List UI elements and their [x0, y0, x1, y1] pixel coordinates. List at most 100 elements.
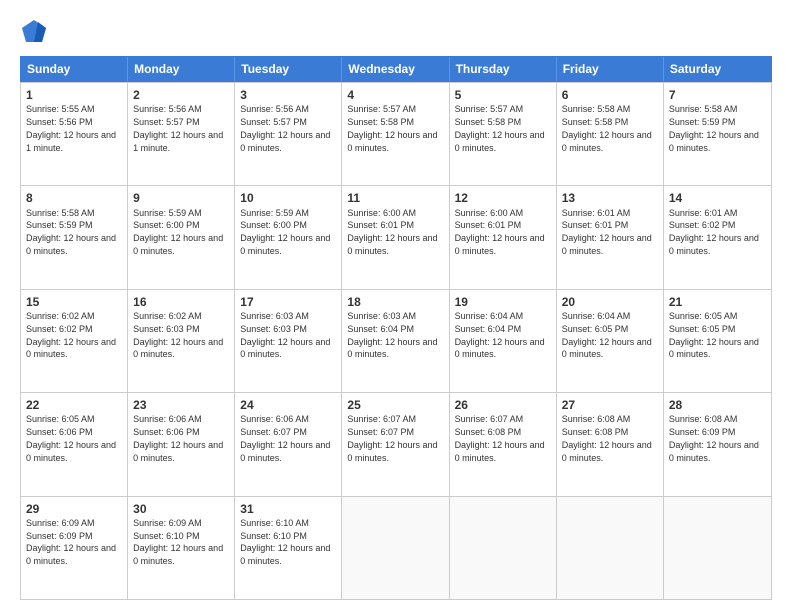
day-number: 28 [669, 397, 766, 413]
calendar-cell: 3Sunrise: 5:56 AMSunset: 5:57 PMDaylight… [235, 83, 342, 185]
day-info: Sunrise: 5:56 AMSunset: 5:57 PMDaylight:… [240, 104, 330, 152]
header [20, 18, 772, 46]
day-info: Sunrise: 6:00 AMSunset: 6:01 PMDaylight:… [455, 208, 545, 256]
calendar-cell: 5Sunrise: 5:57 AMSunset: 5:58 PMDaylight… [450, 83, 557, 185]
calendar-cell: 23Sunrise: 6:06 AMSunset: 6:06 PMDayligh… [128, 393, 235, 495]
calendar-cell: 25Sunrise: 6:07 AMSunset: 6:07 PMDayligh… [342, 393, 449, 495]
day-number: 22 [26, 397, 122, 413]
day-info: Sunrise: 5:58 AMSunset: 5:59 PMDaylight:… [26, 208, 116, 256]
day-number: 18 [347, 294, 443, 310]
day-info: Sunrise: 6:04 AMSunset: 6:04 PMDaylight:… [455, 311, 545, 359]
day-number: 15 [26, 294, 122, 310]
day-info: Sunrise: 6:04 AMSunset: 6:05 PMDaylight:… [562, 311, 652, 359]
calendar-header-cell: Monday [128, 57, 235, 81]
day-number: 5 [455, 87, 551, 103]
calendar-cell: 31Sunrise: 6:10 AMSunset: 6:10 PMDayligh… [235, 497, 342, 599]
calendar-cell: 21Sunrise: 6:05 AMSunset: 6:05 PMDayligh… [664, 290, 771, 392]
calendar-cell: 1Sunrise: 5:55 AMSunset: 5:56 PMDaylight… [21, 83, 128, 185]
day-info: Sunrise: 6:07 AMSunset: 6:08 PMDaylight:… [455, 414, 545, 462]
day-info: Sunrise: 6:01 AMSunset: 6:01 PMDaylight:… [562, 208, 652, 256]
calendar-cell: 22Sunrise: 6:05 AMSunset: 6:06 PMDayligh… [21, 393, 128, 495]
day-info: Sunrise: 6:03 AMSunset: 6:03 PMDaylight:… [240, 311, 330, 359]
day-number: 30 [133, 501, 229, 517]
day-number: 1 [26, 87, 122, 103]
day-number: 3 [240, 87, 336, 103]
calendar-cell: 10Sunrise: 5:59 AMSunset: 6:00 PMDayligh… [235, 186, 342, 288]
calendar-cell [450, 497, 557, 599]
calendar-cell: 18Sunrise: 6:03 AMSunset: 6:04 PMDayligh… [342, 290, 449, 392]
calendar-cell: 7Sunrise: 5:58 AMSunset: 5:59 PMDaylight… [664, 83, 771, 185]
day-info: Sunrise: 5:55 AMSunset: 5:56 PMDaylight:… [26, 104, 116, 152]
day-info: Sunrise: 6:08 AMSunset: 6:08 PMDaylight:… [562, 414, 652, 462]
calendar-header-cell: Thursday [450, 57, 557, 81]
calendar-cell: 14 Sunrise: 6:01 AMSunset: 6:02 PMDayligh… [664, 186, 771, 288]
day-info: Sunrise: 6:00 AMSunset: 6:01 PMDaylight:… [347, 208, 437, 256]
calendar-cell: 15Sunrise: 6:02 AMSunset: 6:02 PMDayligh… [21, 290, 128, 392]
calendar-cell: 17Sunrise: 6:03 AMSunset: 6:03 PMDayligh… [235, 290, 342, 392]
day-info: Sunrise: 6:06 AMSunset: 6:06 PMDaylight:… [133, 414, 223, 462]
day-number: 21 [669, 294, 766, 310]
calendar-cell: 30Sunrise: 6:09 AMSunset: 6:10 PMDayligh… [128, 497, 235, 599]
calendar-cell: 12 Sunrise: 6:00 AMSunset: 6:01 PMDayligh… [450, 186, 557, 288]
day-number: 20 [562, 294, 658, 310]
calendar-header-cell: Sunday [21, 57, 128, 81]
calendar-header-cell: Friday [557, 57, 664, 81]
day-number: 16 [133, 294, 229, 310]
day-info: Sunrise: 6:09 AMSunset: 6:09 PMDaylight:… [26, 518, 116, 566]
day-info: Sunrise: 6:09 AMSunset: 6:10 PMDaylight:… [133, 518, 223, 566]
day-number: 29 [26, 501, 122, 517]
day-info: Sunrise: 5:58 AMSunset: 5:59 PMDaylight:… [669, 104, 759, 152]
page: SundayMondayTuesdayWednesdayThursdayFrid… [0, 0, 792, 612]
calendar-cell: 13 Sunrise: 6:01 AMSunset: 6:01 PMDayligh… [557, 186, 664, 288]
day-info: Sunrise: 5:58 AMSunset: 5:58 PMDaylight:… [562, 104, 652, 152]
day-number: 9 [133, 190, 229, 206]
day-number: 13 [562, 190, 658, 206]
day-info: Sunrise: 6:01 AMSunset: 6:02 PMDaylight:… [669, 208, 759, 256]
day-number: 12 [455, 190, 551, 206]
day-info: Sunrise: 6:07 AMSunset: 6:07 PMDaylight:… [347, 414, 437, 462]
day-info: Sunrise: 6:08 AMSunset: 6:09 PMDaylight:… [669, 414, 759, 462]
day-number: 23 [133, 397, 229, 413]
calendar-row: 8 Sunrise: 5:58 AMSunset: 5:59 PMDaylight… [21, 185, 771, 288]
calendar-cell: 6Sunrise: 5:58 AMSunset: 5:58 PMDaylight… [557, 83, 664, 185]
day-number: 2 [133, 87, 229, 103]
calendar-header-cell: Tuesday [235, 57, 342, 81]
day-info: Sunrise: 6:02 AMSunset: 6:03 PMDaylight:… [133, 311, 223, 359]
calendar-cell: 27Sunrise: 6:08 AMSunset: 6:08 PMDayligh… [557, 393, 664, 495]
logo [20, 18, 52, 46]
calendar-cell: 20Sunrise: 6:04 AMSunset: 6:05 PMDayligh… [557, 290, 664, 392]
day-number: 8 [26, 190, 122, 206]
calendar-cell [664, 497, 771, 599]
day-number: 31 [240, 501, 336, 517]
day-number: 10 [240, 190, 336, 206]
day-number: 6 [562, 87, 658, 103]
calendar-header-cell: Wednesday [342, 57, 449, 81]
calendar-header: SundayMondayTuesdayWednesdayThursdayFrid… [20, 56, 772, 82]
calendar-body: 1Sunrise: 5:55 AMSunset: 5:56 PMDaylight… [20, 82, 772, 600]
calendar-cell: 8 Sunrise: 5:58 AMSunset: 5:59 PMDaylight… [21, 186, 128, 288]
day-number: 19 [455, 294, 551, 310]
day-info: Sunrise: 6:10 AMSunset: 6:10 PMDaylight:… [240, 518, 330, 566]
day-number: 26 [455, 397, 551, 413]
calendar-cell: 26Sunrise: 6:07 AMSunset: 6:08 PMDayligh… [450, 393, 557, 495]
logo-icon [20, 18, 48, 46]
day-info: Sunrise: 6:03 AMSunset: 6:04 PMDaylight:… [347, 311, 437, 359]
day-info: Sunrise: 6:06 AMSunset: 6:07 PMDaylight:… [240, 414, 330, 462]
calendar: SundayMondayTuesdayWednesdayThursdayFrid… [20, 56, 772, 600]
calendar-cell [557, 497, 664, 599]
calendar-cell: 29Sunrise: 6:09 AMSunset: 6:09 PMDayligh… [21, 497, 128, 599]
day-number: 25 [347, 397, 443, 413]
day-info: Sunrise: 5:56 AMSunset: 5:57 PMDaylight:… [133, 104, 223, 152]
calendar-cell: 11Sunrise: 6:00 AMSunset: 6:01 PMDayligh… [342, 186, 449, 288]
day-number: 14 [669, 190, 766, 206]
calendar-row: 1Sunrise: 5:55 AMSunset: 5:56 PMDaylight… [21, 82, 771, 185]
calendar-cell: 28Sunrise: 6:08 AMSunset: 6:09 PMDayligh… [664, 393, 771, 495]
calendar-row: 29Sunrise: 6:09 AMSunset: 6:09 PMDayligh… [21, 496, 771, 599]
day-info: Sunrise: 5:59 AMSunset: 6:00 PMDaylight:… [133, 208, 223, 256]
day-info: Sunrise: 5:57 AMSunset: 5:58 PMDaylight:… [347, 104, 437, 152]
calendar-cell: 24Sunrise: 6:06 AMSunset: 6:07 PMDayligh… [235, 393, 342, 495]
day-info: Sunrise: 5:57 AMSunset: 5:58 PMDaylight:… [455, 104, 545, 152]
day-info: Sunrise: 6:02 AMSunset: 6:02 PMDaylight:… [26, 311, 116, 359]
calendar-row: 15Sunrise: 6:02 AMSunset: 6:02 PMDayligh… [21, 289, 771, 392]
day-number: 27 [562, 397, 658, 413]
